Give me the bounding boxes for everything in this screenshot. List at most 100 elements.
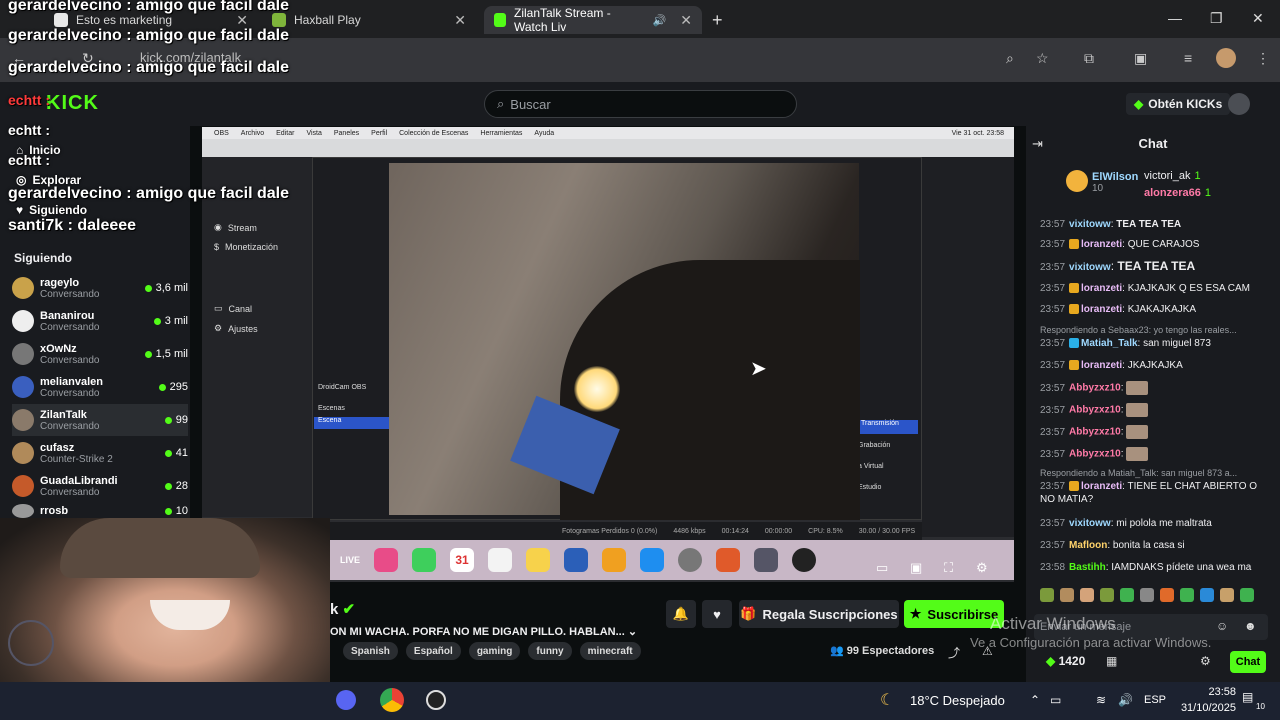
following-item-bananirou[interactable]: Bananirou Conversando 3 mil xyxy=(12,305,188,337)
streamer-name[interactable]: k ✔ xyxy=(330,600,355,618)
tray-screen-icon[interactable]: ▭ xyxy=(1050,693,1061,707)
maximize-icon[interactable]: ❐ xyxy=(1210,10,1223,27)
language-indicator[interactable]: ESP xyxy=(1144,694,1166,706)
weather-text[interactable]: 18°C Despejado xyxy=(910,693,1005,708)
following-item-rageylo[interactable]: rageylo Conversando 3,6 mil xyxy=(12,272,188,304)
notifications-icon[interactable]: ▤ xyxy=(1242,690,1253,704)
following-item-xownz[interactable]: xOwNz Conversando 1,5 mil xyxy=(12,338,188,370)
emote-picker-icon[interactable]: ☺ xyxy=(1216,619,1228,633)
minimize-icon[interactable]: — xyxy=(1168,10,1182,26)
msg-user[interactable]: Abbyzxz10 xyxy=(1069,383,1121,394)
obs-menu-item: Vista xyxy=(306,129,322,137)
tag[interactable]: gaming xyxy=(468,642,521,660)
obs-taskbar-icon[interactable] xyxy=(426,690,446,710)
speaker-icon[interactable]: 🔊 xyxy=(653,14,667,27)
following-item-rrosb[interactable]: rrosb 10 xyxy=(12,503,188,519)
bookmark-star-icon[interactable]: ☆ xyxy=(1036,50,1049,67)
pip-icon[interactable]: ▣ xyxy=(910,560,922,576)
emote-icon[interactable] xyxy=(1160,588,1174,602)
msg-user[interactable]: loranzeti xyxy=(1081,304,1122,315)
notifications-button[interactable]: 🔔 xyxy=(666,600,696,628)
msg-time: 23:57 xyxy=(1040,518,1066,529)
emote-icon[interactable] xyxy=(1060,588,1074,602)
player-settings-icon[interactable]: ⚙ xyxy=(976,560,988,576)
share-icon[interactable]: ⤴ xyxy=(948,644,960,661)
msg-user[interactable]: loranzeti xyxy=(1081,283,1122,294)
msg-user[interactable]: loranzeti xyxy=(1081,360,1122,371)
msg-user[interactable]: vixitoww xyxy=(1069,518,1111,529)
volume-icon[interactable]: 🔊 xyxy=(1118,693,1133,707)
chat-settings-icon[interactable]: ⚙ xyxy=(1200,654,1211,668)
msg-user[interactable]: loranzeti xyxy=(1081,481,1122,492)
heart-icon: ♥ xyxy=(713,606,721,622)
user-avatar[interactable] xyxy=(1228,93,1250,115)
tab-haxball[interactable]: Haxball Play ✕ xyxy=(262,6,476,34)
tab-zilantalk[interactable]: ZilanTalk Stream - Watch Liv 🔊 ✕ xyxy=(484,6,702,34)
emote-icon[interactable] xyxy=(1040,588,1054,602)
subscribe-button[interactable]: ★ Suscribirse xyxy=(904,600,1004,628)
dash-stream: ◉ Stream xyxy=(214,222,257,233)
obs-fps: 30.00 / 30.00 FPS xyxy=(858,527,916,535)
msg-user[interactable]: Abbyzxz10 xyxy=(1069,449,1121,460)
search-input[interactable]: ⌕ Buscar xyxy=(484,90,797,118)
discord-icon[interactable] xyxy=(336,690,356,710)
chevron-down-icon[interactable]: ⌄ xyxy=(628,626,637,638)
kick-logo[interactable]: KICK xyxy=(46,92,99,115)
tray-chevron-icon[interactable]: ⌃ xyxy=(1030,693,1040,707)
following-item-guadalibrandi[interactable]: GuadaLibrandi Conversando 28 xyxy=(12,470,188,502)
emote-icon[interactable] xyxy=(1180,588,1194,602)
send-chat-button[interactable]: Chat xyxy=(1230,651,1266,673)
chat-message: 23:57 loranzeti: KJAKAJKAJKA xyxy=(1040,304,1197,315)
menu-dots-icon[interactable]: ⋮ xyxy=(1256,50,1270,67)
get-kicks-button[interactable]: ◆ Obtén KICKs xyxy=(1126,93,1231,115)
chrome-icon[interactable] xyxy=(380,688,404,712)
close-window-icon[interactable]: ✕ xyxy=(1252,10,1264,27)
clock-date[interactable]: 31/10/2025 xyxy=(1168,702,1236,714)
emote-icon[interactable] xyxy=(1100,588,1114,602)
cast-icon[interactable]: ▣ xyxy=(1134,50,1147,67)
gift-icon[interactable]: ▦ xyxy=(1106,654,1117,668)
emote-icon[interactable] xyxy=(1220,588,1234,602)
emote-icon[interactable] xyxy=(1200,588,1214,602)
fullscreen-icon[interactable]: ⛶ xyxy=(944,560,953,576)
zoom-icon[interactable]: ⌕ xyxy=(1006,50,1014,67)
extensions-icon[interactable]: ⧉ xyxy=(1084,50,1094,67)
media-icon[interactable]: ≡ xyxy=(1184,50,1192,66)
kicks-balance[interactable]: ◆ 1420 xyxy=(1046,654,1085,668)
emote-icon[interactable] xyxy=(1120,588,1134,602)
nav-following[interactable]: ♥ Siguiendo xyxy=(16,203,87,217)
msg-user[interactable]: Matiah_Talk xyxy=(1081,338,1138,349)
following-item-melianvalen[interactable]: melianvalen Conversando 295 xyxy=(12,371,188,403)
msg-text: TEA TEA TEA xyxy=(1117,259,1196,273)
msg-user[interactable]: Abbyzxz10 xyxy=(1069,427,1121,438)
msg-time: 23:57 xyxy=(1040,448,1066,460)
follow-button[interactable]: ♥ xyxy=(702,600,732,628)
close-tab-icon[interactable]: ✕ xyxy=(454,12,466,29)
msg-user[interactable]: vixitoww xyxy=(1069,262,1111,273)
msg-user[interactable]: loranzeti xyxy=(1081,239,1122,250)
smile-icon[interactable]: ☻ xyxy=(1244,619,1257,633)
emote-icon[interactable] xyxy=(1140,588,1154,602)
tag[interactable]: Spanish xyxy=(343,642,398,660)
emote-icon[interactable] xyxy=(1240,588,1254,602)
profile-avatar[interactable] xyxy=(1216,48,1236,68)
wifi-icon[interactable]: ≋ xyxy=(1096,693,1106,707)
msg-user[interactable]: Mafloon xyxy=(1069,540,1107,551)
theater-mode-icon[interactable]: ▭ xyxy=(876,560,888,576)
close-tab-icon[interactable]: ✕ xyxy=(680,12,692,29)
gift-subs-button[interactable]: 🎁 Regala Suscripciones xyxy=(739,600,899,628)
notes-icon xyxy=(526,548,551,572)
chat-message: 23:57 vixitoww: TEA TEA TEA xyxy=(1040,259,1196,274)
moon-icon: ☾ xyxy=(880,692,895,709)
following-item-cufasz[interactable]: cufasz Counter-Strike 2 41 xyxy=(12,437,188,469)
emote-icon[interactable] xyxy=(1080,588,1094,602)
msg-user[interactable]: vixitoww xyxy=(1069,219,1111,230)
new-tab-icon[interactable]: + xyxy=(712,10,723,31)
msg-user[interactable]: Bastihh xyxy=(1069,562,1106,573)
following-item-zilantalk[interactable]: ZilanTalk Conversando 99 xyxy=(12,404,188,436)
tag[interactable]: minecraft xyxy=(579,642,641,660)
msg-user[interactable]: Abbyzxz10 xyxy=(1069,405,1121,416)
tag[interactable]: Español xyxy=(405,642,461,660)
clock-time[interactable]: 23:58 xyxy=(1184,686,1236,698)
tag[interactable]: funny xyxy=(528,642,572,660)
